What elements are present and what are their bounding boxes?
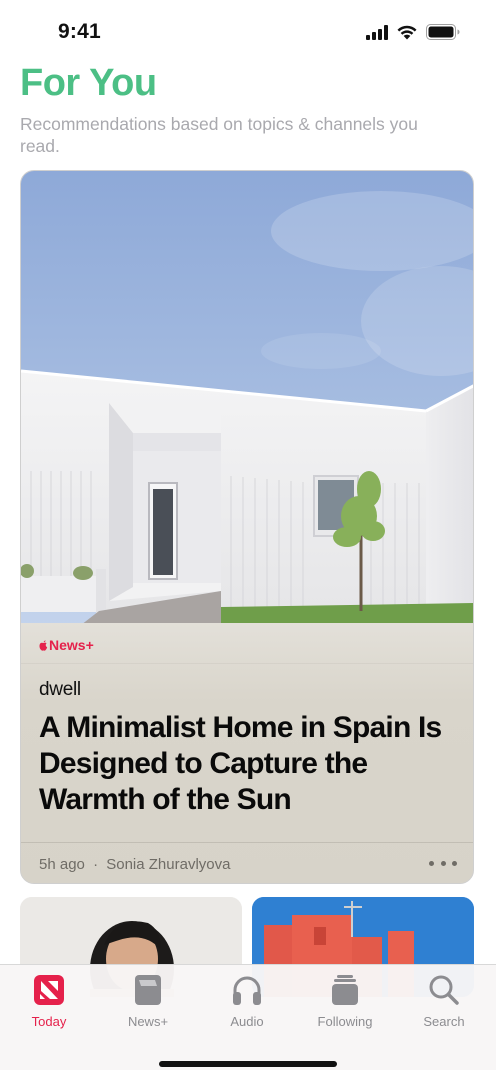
- cellular-signal-icon: [366, 24, 388, 40]
- magazine-icon: [131, 973, 165, 1007]
- dot: [440, 860, 446, 866]
- tab-bar: Today News+ Audio Following Search: [0, 964, 496, 1070]
- tab-label: Search: [423, 1014, 465, 1029]
- tab-label: Following: [317, 1014, 373, 1029]
- page-title: For You: [20, 62, 157, 104]
- page-subtitle: Recommendations based on topics & channe…: [20, 114, 418, 156]
- wifi-icon: [397, 25, 417, 40]
- tab-label: Audio: [230, 1014, 264, 1029]
- search-icon: [427, 973, 461, 1007]
- story-time: 5h ago: [39, 856, 85, 873]
- news-icon: [32, 973, 66, 1007]
- story-meta: 5h ago · Sonia Zhuravlyova: [39, 856, 230, 873]
- publisher-name[interactable]: dwell: [39, 679, 81, 701]
- story-author: Sonia Zhuravlyova: [106, 856, 231, 873]
- tab-audio[interactable]: Audio: [202, 973, 292, 1029]
- tab-label: Today: [31, 1014, 67, 1029]
- tab-news-plus[interactable]: News+: [103, 973, 193, 1029]
- status-time: 9:41: [58, 20, 101, 43]
- stack-icon: [328, 973, 362, 1007]
- headphones-icon: [230, 973, 264, 1007]
- card-footer-divider: [21, 842, 473, 843]
- tab-today[interactable]: Today: [4, 973, 94, 1029]
- meta-separator: ·: [93, 856, 99, 873]
- newsplus-label: News+: [49, 637, 94, 653]
- dot: [429, 860, 434, 866]
- story-image: [21, 171, 473, 625]
- story-content: News+ dwell A Minimalist Home in Spain I…: [21, 623, 473, 883]
- dot: [452, 860, 457, 866]
- battery-icon: [426, 24, 460, 40]
- tab-label: News+: [127, 1014, 169, 1029]
- newsplus-badge: News+: [39, 637, 94, 653]
- tab-search[interactable]: Search: [399, 973, 489, 1029]
- featured-story-card[interactable]: News+ dwell A Minimalist Home in Spain I…: [20, 170, 474, 884]
- more-options-button[interactable]: [429, 853, 457, 873]
- badge-divider: [21, 663, 473, 664]
- home-indicator: [159, 1061, 337, 1067]
- status-bar: 9:41: [0, 0, 496, 60]
- tab-following[interactable]: Following: [300, 973, 390, 1029]
- story-headline[interactable]: A Minimalist Home in Spain Is Designed t…: [39, 710, 459, 818]
- apple-logo-icon: [39, 639, 48, 651]
- status-icons: [366, 24, 460, 40]
